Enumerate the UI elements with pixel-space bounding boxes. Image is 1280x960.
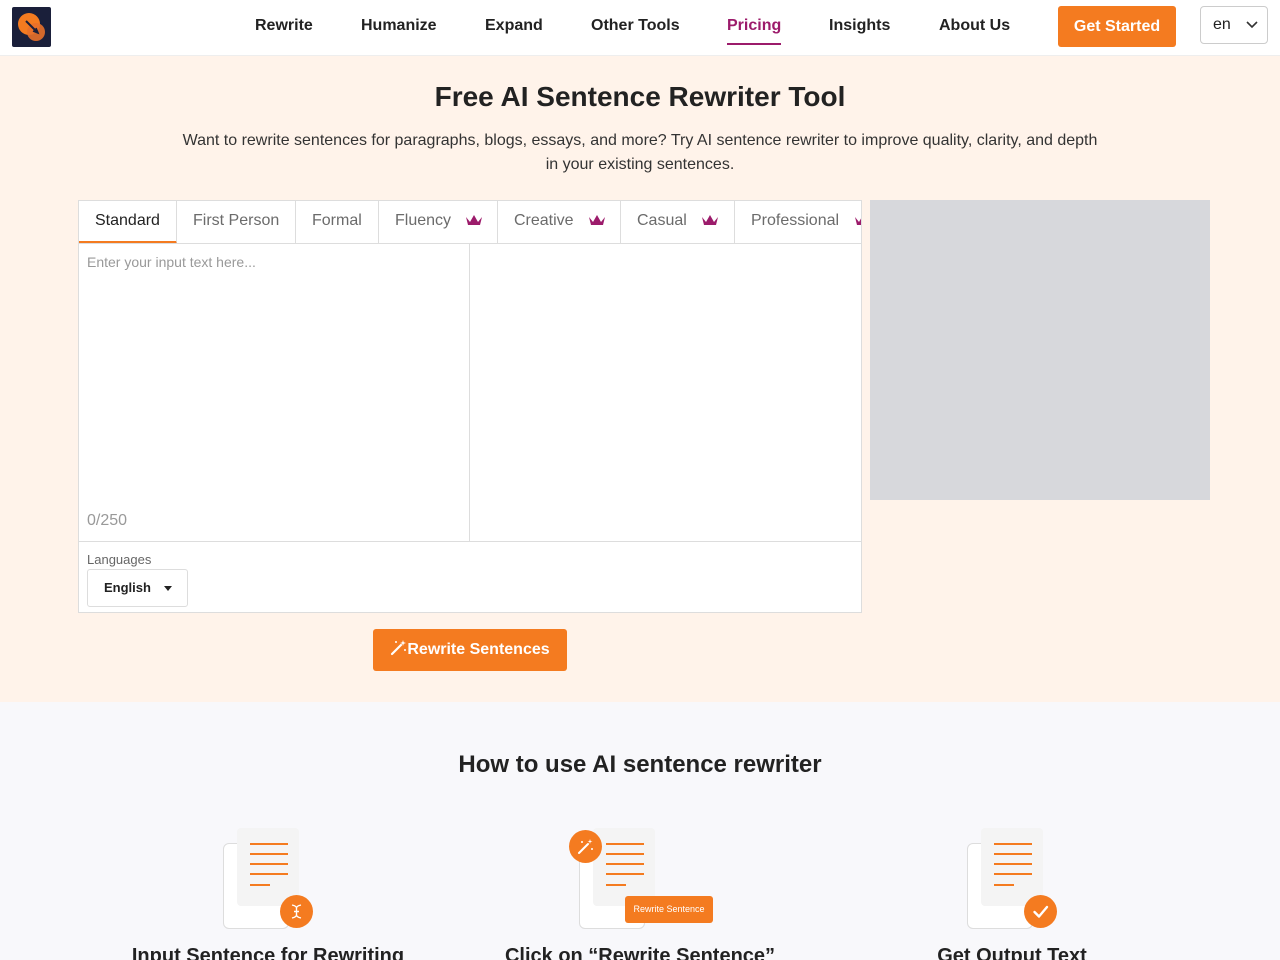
language-select[interactable]: en	[1200, 6, 1268, 44]
caret-down-icon	[164, 586, 172, 591]
document-icon	[593, 828, 655, 906]
languages-label: Languages	[87, 552, 152, 567]
nav-about-us[interactable]: About Us	[939, 17, 1010, 35]
nav-humanize[interactable]: Humanize	[361, 17, 437, 35]
rewrite-sentences-button[interactable]: Rewrite Sentences	[373, 629, 567, 671]
output-pane	[470, 244, 861, 541]
step-title: Input Sentence for Rewriting	[131, 945, 405, 960]
tab-label: Fluency	[395, 212, 452, 229]
crown-icon	[589, 215, 606, 225]
tab-professional[interactable]: Professional	[735, 201, 861, 243]
tab-label: Formal	[312, 212, 362, 229]
tab-first-person[interactable]: First Person	[177, 201, 296, 243]
text-cursor-icon	[280, 895, 313, 928]
crown-icon	[702, 215, 719, 225]
site-logo[interactable]	[12, 7, 51, 47]
tab-label: Standard	[95, 212, 160, 229]
step-click-illustration: Rewrite Sentence	[567, 828, 717, 930]
tab-label: Professional	[751, 212, 840, 229]
step-title: Click on “Rewrite Sentence”	[504, 945, 776, 960]
chevron-down-icon	[1246, 21, 1258, 29]
crown-icon	[854, 217, 861, 225]
magic-wand-icon	[391, 640, 407, 656]
tab-formal[interactable]: Formal	[296, 201, 379, 243]
tab-label: Casual	[637, 212, 687, 229]
nav-expand[interactable]: Expand	[485, 17, 543, 35]
input-textarea[interactable]	[79, 244, 469, 504]
mode-tabs: Standard First Person Formal Fluency Cre…	[79, 201, 861, 244]
mini-rewrite-button: Rewrite Sentence	[625, 896, 713, 923]
rewriter-tool: Standard First Person Formal Fluency Cre…	[78, 200, 862, 613]
nav-insights[interactable]: Insights	[829, 17, 890, 35]
check-icon	[1024, 895, 1057, 928]
tab-casual[interactable]: Casual	[621, 201, 735, 243]
page-title: Free AI Sentence Rewriter Tool	[434, 81, 846, 112]
output-language-dropdown[interactable]: English	[87, 569, 188, 607]
tab-creative[interactable]: Creative	[498, 201, 621, 243]
step-input-illustration	[223, 828, 315, 930]
step-title: Get Output Text	[937, 945, 1087, 960]
character-counter: 0/250	[87, 512, 128, 529]
tab-label: Creative	[514, 212, 574, 229]
tab-fluency[interactable]: Fluency	[379, 201, 498, 243]
step-output-illustration	[967, 828, 1059, 930]
hero-section: Free AI Sentence Rewriter Tool Want to r…	[0, 56, 1280, 702]
logo-icon	[18, 13, 45, 41]
nav-other-tools[interactable]: Other Tools	[591, 17, 680, 35]
nav-rewrite[interactable]: Rewrite	[255, 17, 313, 35]
magic-wand-icon	[569, 830, 602, 863]
ad-placeholder	[870, 200, 1210, 500]
page-subtitle: Want to rewrite sentences for paragraphs…	[182, 132, 1098, 173]
output-language-value: English	[104, 580, 151, 595]
site-header: Rewrite Humanize Expand Other Tools Pric…	[0, 0, 1280, 56]
tab-label: First Person	[193, 212, 280, 229]
rewrite-button-label: Rewrite Sentences	[407, 641, 550, 658]
crown-icon	[466, 215, 483, 225]
tab-standard[interactable]: Standard	[79, 201, 177, 243]
howto-title: How to use AI sentence rewriter	[458, 751, 822, 778]
language-select-value: en	[1213, 16, 1231, 33]
nav-pricing[interactable]: Pricing	[727, 17, 782, 45]
get-started-button[interactable]: Get Started	[1058, 6, 1176, 47]
input-pane: 0/250	[79, 244, 470, 541]
language-bar: Languages English	[79, 541, 861, 612]
